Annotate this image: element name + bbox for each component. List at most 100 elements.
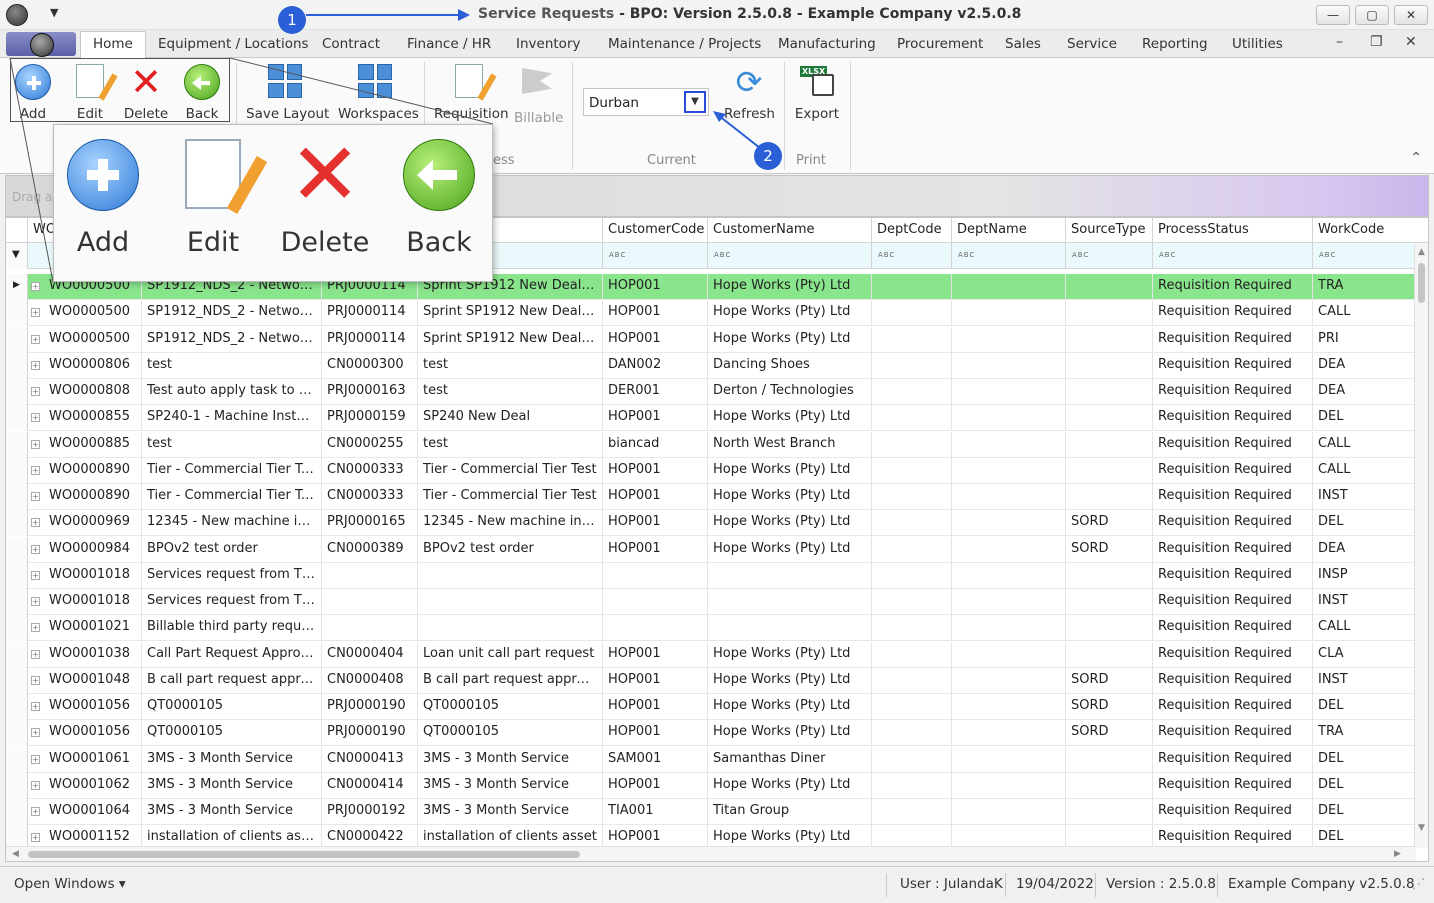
cell-description[interactable]: Call Part Request Approval — [142, 641, 322, 668]
row-indicator[interactable] — [6, 799, 28, 825]
cell-customername[interactable]: Hope Works (Pty) Ltd — [708, 772, 872, 799]
expand-row-icon[interactable]: + — [31, 833, 40, 843]
filter-cell[interactable]: ABC — [952, 243, 1066, 269]
cell-reference[interactable]: CN0000414 — [322, 772, 418, 799]
table-row[interactable]: + WO0001038 Call Part Request Approval CN0… — [6, 641, 1416, 668]
cell-reference[interactable]: CN0000404 — [322, 641, 418, 668]
column-header-workcode[interactable]: WorkCode — [1313, 218, 1428, 243]
cell-workcode[interactable]: CALL — [1313, 300, 1416, 327]
cell-reference-description[interactable]: BPOv2 test order — [418, 536, 603, 563]
cell-customercode[interactable]: HOP001 — [603, 667, 708, 694]
row-indicator[interactable] — [6, 694, 28, 720]
table-row[interactable]: + WO0000890 Tier - Commercial Tier Test CN0… — [6, 484, 1416, 510]
cell-reference-description[interactable]: Sprint SP1912 New Deal Sale — [418, 326, 603, 353]
cell-customername[interactable]: Hope Works (Pty) Ltd — [708, 694, 872, 720]
cell-workcode[interactable]: INST — [1313, 589, 1416, 615]
cell-deptcode[interactable] — [872, 405, 952, 432]
column-header-processstatus[interactable]: ProcessStatus — [1153, 218, 1313, 243]
cell-processstatus[interactable]: Requisition Required — [1153, 746, 1313, 773]
service-requests-grid[interactable]: WO CustomerCode CustomerName DeptCode De… — [5, 217, 1429, 862]
cell-processstatus[interactable]: Requisition Required — [1153, 431, 1313, 458]
cell-wo[interactable]: WO0000890 — [44, 484, 142, 510]
cell-reference-description[interactable]: Loan unit call part request — [418, 641, 603, 668]
cell-workcode[interactable]: DEL — [1313, 405, 1416, 432]
cell-workcode[interactable]: DEL — [1313, 746, 1416, 773]
table-row[interactable]: + WO0000890 Tier - Commercial Tier Test CN0… — [6, 457, 1416, 484]
cell-customername[interactable]: Hope Works (Pty) Ltd — [708, 484, 872, 510]
cell-processstatus[interactable]: Requisition Required — [1153, 274, 1313, 300]
table-row[interactable]: + WO0000969 12345 - New machine inst... PRJ… — [6, 510, 1416, 537]
cell-reference-description[interactable]: 3MS - 3 Month Service — [418, 799, 603, 825]
row-indicator[interactable] — [6, 352, 28, 379]
cell-description[interactable]: QT0000105 — [142, 720, 322, 747]
horizontal-scroll-thumb[interactable] — [28, 851, 580, 858]
cell-deptname[interactable] — [952, 641, 1066, 668]
cell-reference-description[interactable]: Sprint SP1912 New Deal Sale — [418, 300, 603, 327]
cell-customername[interactable]: Hope Works (Pty) Ltd — [708, 457, 872, 484]
cell-processstatus[interactable]: Requisition Required — [1153, 799, 1313, 825]
cell-reference[interactable]: PRJ0000190 — [322, 720, 418, 747]
mdi-restore-icon[interactable]: ❐ — [1370, 34, 1383, 50]
filter-cell[interactable]: ABC — [708, 243, 872, 269]
cell-customercode[interactable]: HOP001 — [603, 641, 708, 668]
cell-description[interactable]: B call part request approval — [142, 667, 322, 694]
tab-procurement[interactable]: Procurement — [897, 36, 983, 52]
cell-wo[interactable]: WO0000500 — [44, 326, 142, 353]
cell-reference-description[interactable] — [418, 562, 603, 589]
table-row[interactable]: + WO0001018 Services request from Thir... R… — [6, 562, 1416, 589]
export-button[interactable]: XLSX Export — [794, 64, 840, 122]
cell-reference[interactable]: PRJ0000192 — [322, 799, 418, 825]
cell-customercode[interactable]: HOP001 — [603, 720, 708, 747]
column-header-sourcetype[interactable]: SourceType — [1066, 218, 1153, 243]
cell-description[interactable]: SP1912_NDS_2 - Network ... — [142, 326, 322, 353]
row-indicator[interactable] — [6, 667, 28, 694]
refresh-button[interactable]: ⟳ Refresh — [724, 64, 775, 122]
cell-customercode[interactable]: HOP001 — [603, 457, 708, 484]
cell-reference-description[interactable]: Tier - Commercial Tier Test — [418, 484, 603, 510]
filter-cell[interactable]: ABC — [1066, 243, 1153, 269]
row-indicator[interactable] — [6, 484, 28, 510]
mdi-close-icon[interactable]: ✕ — [1405, 34, 1417, 50]
tab-sales[interactable]: Sales — [1005, 36, 1041, 52]
cell-sourcetype[interactable] — [1066, 772, 1153, 799]
cell-reference[interactable]: CN0000333 — [322, 484, 418, 510]
cell-description[interactable]: SP1912_NDS_2 - Network ... — [142, 300, 322, 327]
cell-wo[interactable]: WO0001064 — [44, 799, 142, 825]
expand-row-icon[interactable]: + — [31, 675, 40, 685]
expand-row-icon[interactable]: + — [31, 282, 40, 291]
cell-reference[interactable]: CN0000413 — [322, 746, 418, 773]
row-indicator[interactable] — [6, 457, 28, 484]
cell-reference[interactable]: CN0000333 — [322, 457, 418, 484]
cell-customername[interactable]: Hope Works (Pty) Ltd — [708, 274, 872, 300]
cell-customername[interactable]: Hope Works (Pty) Ltd — [708, 667, 872, 694]
cell-sourcetype[interactable] — [1066, 641, 1153, 668]
expand-row-icon[interactable]: + — [31, 308, 40, 318]
cell-reference[interactable]: CN0000255 — [322, 431, 418, 458]
expand-row-icon[interactable]: + — [31, 492, 40, 501]
cell-reference[interactable]: PRJ0000114 — [322, 326, 418, 353]
close-button[interactable]: ✕ — [1394, 5, 1428, 25]
cell-deptname[interactable] — [952, 300, 1066, 327]
row-indicator[interactable] — [6, 772, 28, 799]
cell-customercode[interactable] — [603, 562, 708, 589]
cell-deptname[interactable] — [952, 352, 1066, 379]
tab-maintenance-projects[interactable]: Maintenance / Projects — [608, 36, 761, 52]
cell-description[interactable]: 3MS - 3 Month Service — [142, 746, 322, 773]
tab-home[interactable]: Home — [80, 31, 146, 59]
cell-workcode[interactable]: INSP — [1313, 562, 1416, 589]
row-indicator[interactable] — [6, 405, 28, 432]
cell-processstatus[interactable]: Requisition Required — [1153, 667, 1313, 694]
cell-deptcode[interactable] — [872, 431, 952, 458]
cell-deptcode[interactable] — [872, 510, 952, 537]
cell-description[interactable]: 3MS - 3 Month Service — [142, 772, 322, 799]
cell-reference[interactable]: PRJ0000159 — [322, 405, 418, 432]
cell-reference[interactable] — [322, 615, 418, 642]
scroll-up-icon[interactable]: ▲ — [1418, 247, 1425, 257]
cell-processstatus[interactable]: Requisition Required — [1153, 536, 1313, 563]
cell-deptname[interactable] — [952, 326, 1066, 353]
collapse-ribbon-icon[interactable]: ⌃ — [1410, 150, 1422, 166]
cell-customername[interactable]: Dancing Shoes — [708, 352, 872, 379]
table-row[interactable]: + WO0000855 SP240-1 - Machine Installa... P… — [6, 405, 1416, 432]
expand-row-icon[interactable]: + — [31, 597, 40, 606]
quick-access-dropdown-icon[interactable]: ▼ — [50, 6, 58, 19]
